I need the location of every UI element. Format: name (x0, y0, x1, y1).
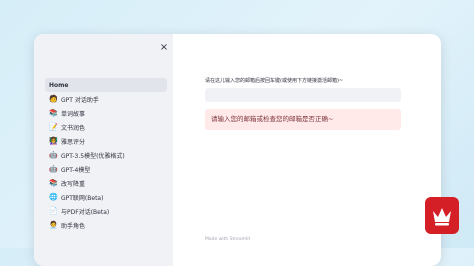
close-sidebar-button[interactable]: × (159, 42, 169, 54)
app-window: × Home 🧑 GPT 对话助手 📚 单词故事 📝 文书润色 👩‍🏫 雅思评分 (34, 34, 441, 266)
sidebar-nav: Home 🧑 GPT 对话助手 📚 单词故事 📝 文书润色 👩‍🏫 雅思评分 🤖… (45, 78, 167, 232)
email-input[interactable] (205, 88, 401, 102)
teacher-icon: 👩‍🏫 (49, 137, 58, 145)
globe-icon: 🌐 (49, 193, 58, 201)
streamlit-badge[interactable] (425, 197, 459, 234)
footer-text[interactable]: Made with Streamlit (205, 237, 250, 242)
office-worker-icon: 🧑‍💼 (49, 221, 58, 229)
sidebar: × Home 🧑 GPT 对话助手 📚 单词故事 📝 文书润色 👩‍🏫 雅思评分 (34, 34, 173, 266)
main-content: 请在这儿输入您的邮箱后按回车键(或使用下方链接激活邮箱)~ 请输入您的邮箱或检查… (173, 34, 441, 266)
sidebar-item-assistant-role[interactable]: 🧑‍💼 助手角色 (45, 218, 167, 232)
sidebar-item-label: Home (49, 81, 69, 89)
sidebar-item-gpt4[interactable]: 🤖 GPT-4模型 (45, 162, 167, 176)
error-message: 请输入您的邮箱或检查您的邮箱是否正确~ (211, 115, 334, 123)
sidebar-item-word-story[interactable]: 📚 单词故事 (45, 106, 167, 120)
sidebar-item-gpt-chat[interactable]: 🧑 GPT 对话助手 (45, 92, 167, 106)
sidebar-item-gpt35[interactable]: 🤖 GPT-3.5模型(优雅格式) (45, 148, 167, 162)
books-icon: 📚 (49, 109, 58, 117)
sidebar-item-label: GPT联网(Beta) (61, 194, 104, 202)
person-icon: 🧑 (49, 95, 58, 103)
memo-icon: 📝 (49, 123, 58, 131)
sidebar-item-label: GPT-3.5模型(优雅格式) (61, 152, 125, 160)
error-alert: 请输入您的邮箱或检查您的邮箱是否正确~ (205, 109, 401, 130)
sidebar-item-rewrite[interactable]: 📚 改写降重 (45, 176, 167, 190)
books-icon: 📚 (49, 179, 58, 187)
robot-icon: 🤖 (49, 165, 58, 173)
sidebar-item-ielts-score[interactable]: 👩‍🏫 雅思评分 (45, 134, 167, 148)
crown-icon (433, 208, 451, 226)
sidebar-item-label: 与PDF对话(Beta) (61, 208, 110, 216)
sidebar-item-label: 文书润色 (61, 124, 86, 132)
sidebar-item-label: 单词故事 (61, 110, 86, 118)
sidebar-item-label: 改写降重 (61, 180, 86, 188)
document-icon: 📄 (49, 207, 58, 215)
email-prompt-label: 请在这儿输入您的邮箱后按回车键(或使用下方链接激活邮箱)~ (205, 78, 344, 84)
sidebar-item-label: GPT 对话助手 (61, 96, 99, 104)
sidebar-item-label: 雅思评分 (61, 138, 86, 146)
robot-icon: 🤖 (49, 151, 58, 159)
sidebar-item-home[interactable]: Home (45, 78, 167, 92)
sidebar-item-label: GPT-4模型 (61, 166, 91, 174)
sidebar-item-pdf-chat[interactable]: 📄 与PDF对话(Beta) (45, 204, 167, 218)
sidebar-item-gpt-web[interactable]: 🌐 GPT联网(Beta) (45, 190, 167, 204)
sidebar-item-label: 助手角色 (61, 222, 86, 230)
sidebar-item-essay-polish[interactable]: 📝 文书润色 (45, 120, 167, 134)
